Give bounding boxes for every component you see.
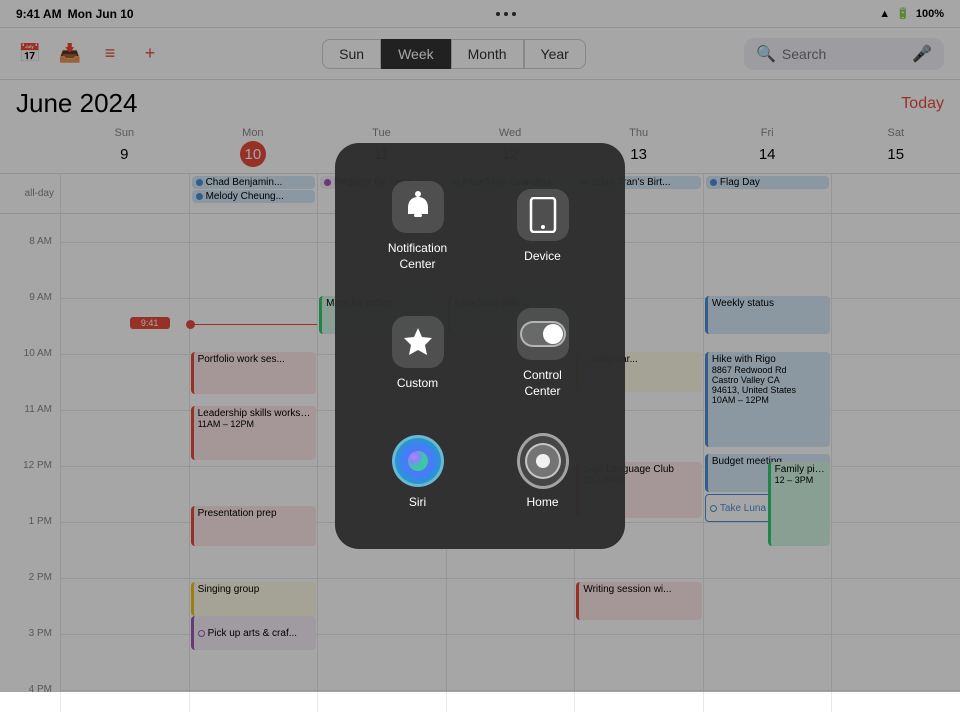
custom-label: Custom <box>397 376 438 392</box>
device-icon <box>517 189 569 241</box>
control-center-icon <box>517 308 569 360</box>
home-label: Home <box>526 495 558 511</box>
menu-item-device[interactable]: Device <box>480 163 605 290</box>
menu-item-control-center[interactable]: ControlCenter <box>480 290 605 417</box>
notification-center-label: NotificationCenter <box>388 241 447 272</box>
menu-item-siri[interactable]: Siri <box>355 417 480 529</box>
home-icon <box>517 435 569 487</box>
custom-icon <box>392 316 444 368</box>
assistive-menu: NotificationCenter Device Custom <box>335 143 625 549</box>
notification-center-icon <box>392 181 444 233</box>
siri-label: Siri <box>409 495 426 511</box>
assistive-touch-overlay[interactable]: NotificationCenter Device Custom <box>0 0 960 692</box>
menu-item-home[interactable]: Home <box>480 417 605 529</box>
device-label: Device <box>524 249 561 265</box>
menu-item-custom[interactable]: Custom <box>355 290 480 417</box>
menu-item-notification-center[interactable]: NotificationCenter <box>355 163 480 290</box>
siri-icon <box>392 435 444 487</box>
control-center-label: ControlCenter <box>523 368 562 399</box>
